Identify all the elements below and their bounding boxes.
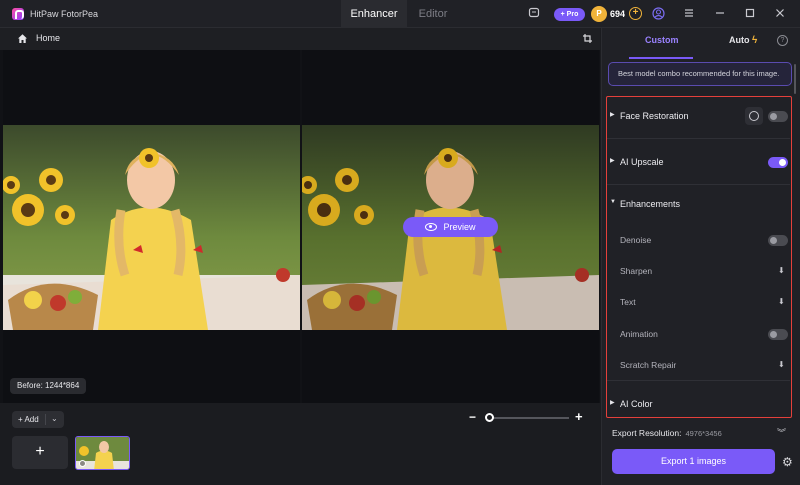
face-restoration-label: Face Restoration: [620, 111, 689, 121]
zoom-slider-handle[interactable]: [485, 413, 494, 422]
ai-upscale-toggle[interactable]: [768, 157, 788, 168]
app-logo-icon: [12, 8, 24, 20]
add-image-tile[interactable]: +: [12, 436, 68, 469]
double-chevron-down-icon[interactable]: ︾: [777, 426, 786, 439]
animation-toggle[interactable]: [768, 329, 788, 340]
settings-panel: Custom Auto ϟ ? Best model combo recomme…: [601, 28, 800, 485]
section-divider: [607, 184, 790, 185]
home-link[interactable]: Home: [36, 33, 60, 43]
tab-editor[interactable]: Editor: [407, 0, 459, 28]
chat-icon[interactable]: [527, 7, 541, 21]
bottom-strip: + Add ⌄ − + +: [0, 403, 600, 485]
section-face-restoration[interactable]: ▶ Face Restoration: [607, 106, 790, 126]
minimize-icon[interactable]: [713, 7, 727, 21]
option-text[interactable]: Text ⬇: [607, 292, 790, 312]
tab-auto-label: Auto: [729, 35, 750, 45]
pro-button[interactable]: + Pro: [554, 8, 585, 21]
text-label: Text: [620, 297, 636, 307]
add-divider: [45, 414, 46, 425]
lightning-icon: ϟ: [752, 35, 758, 46]
tab-custom[interactable]: Custom: [645, 35, 679, 45]
section-ai-upscale[interactable]: ▶ AI Upscale: [607, 152, 790, 172]
image-thumbnail[interactable]: [75, 436, 130, 470]
eye-icon: [425, 223, 438, 231]
tab-enhancer[interactable]: Enhancer: [341, 0, 407, 28]
export-resolution-label: Export Resolution:: [612, 428, 682, 438]
active-tab-indicator: [629, 57, 693, 59]
preview-button[interactable]: Preview: [403, 217, 498, 237]
section-enhancements[interactable]: ▼ Enhancements: [607, 194, 790, 214]
scratch-repair-label: Scratch Repair: [620, 360, 677, 370]
model-settings-list: ▶ Face Restoration ▶ AI Upscale ▼ Enhanc…: [606, 96, 792, 418]
help-icon[interactable]: ?: [777, 35, 788, 46]
before-image: [3, 125, 300, 330]
export-button[interactable]: Export 1 images: [612, 449, 775, 474]
panel-scrollbar[interactable]: [794, 64, 796, 94]
animation-label: Animation: [620, 329, 658, 339]
recommendation-tip: Best model combo recommended for this im…: [608, 62, 792, 86]
section-divider: [607, 380, 790, 381]
option-denoise[interactable]: Denoise: [607, 230, 790, 250]
image-canvas: Preview Before: 1244*864: [0, 50, 600, 403]
preview-button-label: Preview: [443, 222, 476, 232]
title-bar: HitPaw FotorPea Enhancer Editor + Pro P …: [0, 0, 800, 28]
coin-icon: P: [591, 6, 607, 22]
caret-right-icon: ▶: [610, 158, 615, 164]
option-scratch-repair[interactable]: Scratch Repair ⬇: [607, 355, 790, 375]
info-icon[interactable]: [79, 460, 86, 467]
close-icon[interactable]: [773, 7, 787, 21]
crop-icon[interactable]: [582, 33, 593, 44]
chevron-down-icon[interactable]: ⌄: [51, 414, 58, 423]
sharpen-label: Sharpen: [620, 266, 653, 276]
caret-right-icon: ▶: [610, 400, 615, 406]
before-size-badge: Before: 1244*864: [10, 378, 87, 394]
add-coins-button[interactable]: +: [629, 7, 642, 20]
ai-color-label: AI Color: [620, 399, 653, 409]
option-sharpen[interactable]: Sharpen ⬇: [607, 261, 790, 281]
section-divider: [607, 138, 790, 139]
enhancements-label: Enhancements: [620, 199, 681, 209]
export-resolution: Export Resolution: 4976*3456: [612, 428, 722, 438]
download-arrow-icon[interactable]: ⬇: [778, 266, 785, 275]
zoom-out-button[interactable]: −: [469, 410, 476, 424]
zoom-slider[interactable]: [488, 417, 569, 419]
app-title: HitPaw FotorPea: [30, 9, 99, 19]
export-resolution-value: 4976*3456: [685, 429, 722, 438]
tab-auto[interactable]: Auto ϟ: [729, 35, 757, 46]
download-arrow-icon[interactable]: ⬇: [778, 360, 785, 369]
caret-right-icon: ▶: [610, 112, 615, 118]
ai-upscale-label: AI Upscale: [620, 157, 664, 167]
denoise-label: Denoise: [620, 235, 652, 245]
section-ai-color[interactable]: ▶ AI Color: [607, 394, 790, 414]
menu-icon[interactable]: [682, 7, 696, 21]
user-icon[interactable]: [651, 7, 665, 21]
face-restoration-toggle[interactable]: [768, 111, 788, 122]
maximize-icon[interactable]: [743, 7, 757, 21]
caret-down-icon: ▼: [610, 199, 616, 205]
add-button[interactable]: + Add ⌄: [12, 411, 64, 428]
workspace-toolbar: Home: [0, 28, 600, 50]
option-animation[interactable]: Animation: [607, 324, 790, 344]
home-icon[interactable]: [17, 33, 28, 44]
face-icon[interactable]: [745, 107, 763, 125]
download-arrow-icon[interactable]: ⬇: [778, 297, 785, 306]
coin-count: 694: [610, 9, 626, 19]
zoom-in-button[interactable]: +: [575, 409, 583, 424]
gear-icon[interactable]: ⚙: [782, 455, 793, 469]
add-button-label: + Add: [18, 415, 39, 424]
denoise-toggle[interactable]: [768, 235, 788, 246]
mode-tabs: Enhancer Editor: [341, 0, 459, 28]
